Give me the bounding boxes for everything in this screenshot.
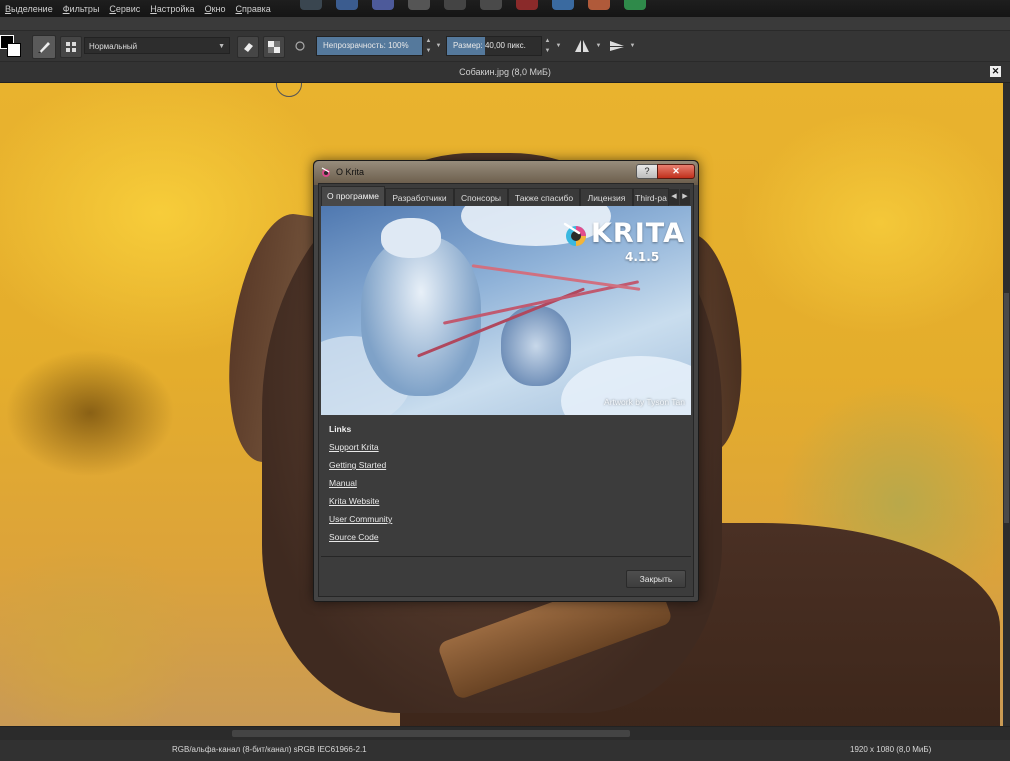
brush-preset-icon[interactable] — [32, 35, 56, 59]
taskbar-icon[interactable] — [516, 0, 538, 10]
mirror-horizontal-icon[interactable] — [572, 36, 592, 56]
about-dialog: О Krita ? ✕ О программе Разработчики Спо… — [313, 160, 699, 602]
artwork-ribbon — [471, 264, 641, 291]
krita-app-icon — [321, 167, 330, 177]
alpha-lock-icon[interactable] — [263, 36, 285, 58]
link-manual[interactable]: Manual — [329, 478, 392, 488]
link-krita-website[interactable]: Krita Website — [329, 496, 392, 506]
artwork-character — [361, 236, 481, 396]
version-label: 4.1.5 — [625, 250, 660, 264]
taskbar-icon[interactable] — [336, 0, 358, 10]
artwork-character-hair — [381, 218, 441, 258]
link-source-code[interactable]: Source Code — [329, 532, 392, 542]
krita-logo-icon — [563, 222, 586, 246]
status-color-profile[interactable]: RGB/альфа-канал (8-бит/канал) sRGB IEC61… — [172, 745, 367, 754]
link-support-krita[interactable]: Support Krita — [329, 442, 392, 452]
taskbar-icon[interactable] — [372, 0, 394, 10]
vertical-scrollbar[interactable] — [1003, 83, 1010, 726]
menu-tools[interactable]: Сервис — [104, 4, 145, 14]
menu-window[interactable]: Окно — [200, 4, 231, 14]
size-stepper[interactable]: ▲ ▼ — [543, 36, 552, 56]
menu-filters[interactable]: Фильтры — [58, 4, 105, 14]
opacity-value: 100% — [388, 41, 409, 50]
taskbar-icon[interactable] — [408, 0, 430, 10]
document-tab[interactable]: Собакин.jpg (8,0 МиБ) ✕ — [0, 62, 1010, 83]
tab-third-party[interactable]: Third-pa — [633, 188, 669, 206]
close-button[interactable]: ✕ — [657, 164, 695, 179]
krita-logo: KRITA — [563, 218, 685, 249]
tab-developers[interactable]: Разработчики — [385, 188, 454, 206]
tab-bar: О программе Разработчики Спонсоры Также … — [321, 186, 691, 206]
chevron-down-icon: ▼ — [218, 43, 225, 50]
chevron-right-icon[interactable]: ▶ — [680, 189, 690, 205]
opacity-stepper[interactable]: ▲ ▼ — [424, 36, 433, 56]
tab-sponsors[interactable]: Спонсоры — [454, 188, 508, 206]
chevron-left-icon[interactable]: ◀ — [669, 189, 679, 205]
opacity-label: Непрозрачность: — [323, 41, 386, 50]
taskbar-icon[interactable] — [300, 0, 322, 10]
splash-banner: KRITA 4.1.5 Artwork by Tyson Tan — [321, 206, 691, 415]
menu-selection[interactable]: Выделение — [0, 4, 58, 14]
size-dropdown-arrow[interactable]: ▼ — [554, 36, 563, 56]
artwork-credit: Artwork by Tyson Tan — [604, 397, 685, 407]
background-color-swatch[interactable] — [7, 43, 21, 57]
size-label: Размер: — [453, 41, 483, 50]
status-image-size: 1920 x 1080 (8,0 МиБ) — [850, 745, 932, 754]
taskbar-icon[interactable] — [552, 0, 574, 10]
tab-license[interactable]: Лицензия — [580, 188, 633, 206]
taskbar-icon[interactable] — [444, 0, 466, 10]
dialog-title: О Krita — [336, 167, 365, 177]
document-title: Собакин.jpg (8,0 МиБ) — [459, 67, 551, 77]
opacity-dropdown-arrow[interactable]: ▼ — [434, 36, 443, 56]
brush-cursor-outline — [276, 83, 302, 97]
pattern-icon[interactable] — [60, 36, 82, 58]
size-value: 40,00 пикс. — [484, 41, 526, 50]
horizontal-scrollbar[interactable] — [0, 726, 1010, 740]
close-dialog-button[interactable]: Закрыть — [626, 570, 686, 588]
dialog-body: О программе Разработчики Спонсоры Также … — [318, 183, 694, 597]
status-bar: RGB/альфа-канал (8-бит/канал) sRGB IEC61… — [0, 740, 1010, 761]
reload-preset-icon[interactable] — [290, 36, 310, 56]
blend-mode-value: Нормальный — [89, 42, 138, 51]
tab-about[interactable]: О программе — [321, 186, 385, 206]
size-slider[interactable]: Размер: 40,00 пикс. — [446, 36, 542, 56]
color-swatches[interactable] — [0, 35, 22, 57]
taskbar-icon[interactable] — [624, 0, 646, 10]
taskbar-icons — [300, 0, 646, 14]
tab-also-thanks[interactable]: Также спасибо — [508, 188, 580, 206]
link-getting-started[interactable]: Getting Started — [329, 460, 392, 470]
help-button[interactable]: ? — [636, 164, 658, 179]
menu-settings[interactable]: Настройка — [145, 4, 199, 14]
menu-help[interactable]: Справка — [231, 4, 276, 14]
tool-options-bar: Нормальный ▼ Непрозрачность: 100% ▲ ▼ ▼ Р… — [0, 30, 1010, 62]
taskbar-icon[interactable] — [480, 0, 502, 10]
opacity-slider[interactable]: Непрозрачность: 100% — [316, 36, 423, 56]
scrollbar-thumb[interactable] — [1004, 293, 1009, 523]
dialog-titlebar[interactable]: О Krita ? ✕ — [314, 161, 698, 185]
mirror-vertical-dropdown[interactable]: ▼ — [628, 36, 637, 56]
divider — [321, 556, 691, 557]
mirror-vertical-icon[interactable] — [607, 36, 627, 56]
links-section: Links Support Krita Getting Started Manu… — [329, 424, 392, 550]
links-heading: Links — [329, 424, 352, 434]
eraser-icon[interactable] — [237, 36, 259, 58]
taskbar-icon[interactable] — [588, 0, 610, 10]
close-icon[interactable]: ✕ — [990, 66, 1001, 77]
scrollbar-thumb[interactable] — [232, 730, 630, 737]
link-user-community[interactable]: User Community — [329, 514, 392, 524]
blend-mode-select[interactable]: Нормальный ▼ — [84, 37, 230, 54]
krita-wordmark: KRITA — [591, 218, 685, 249]
menu-bar: Выделение Фильтры Сервис Настройка Окно … — [0, 0, 1010, 17]
mirror-horizontal-dropdown[interactable]: ▼ — [594, 36, 603, 56]
